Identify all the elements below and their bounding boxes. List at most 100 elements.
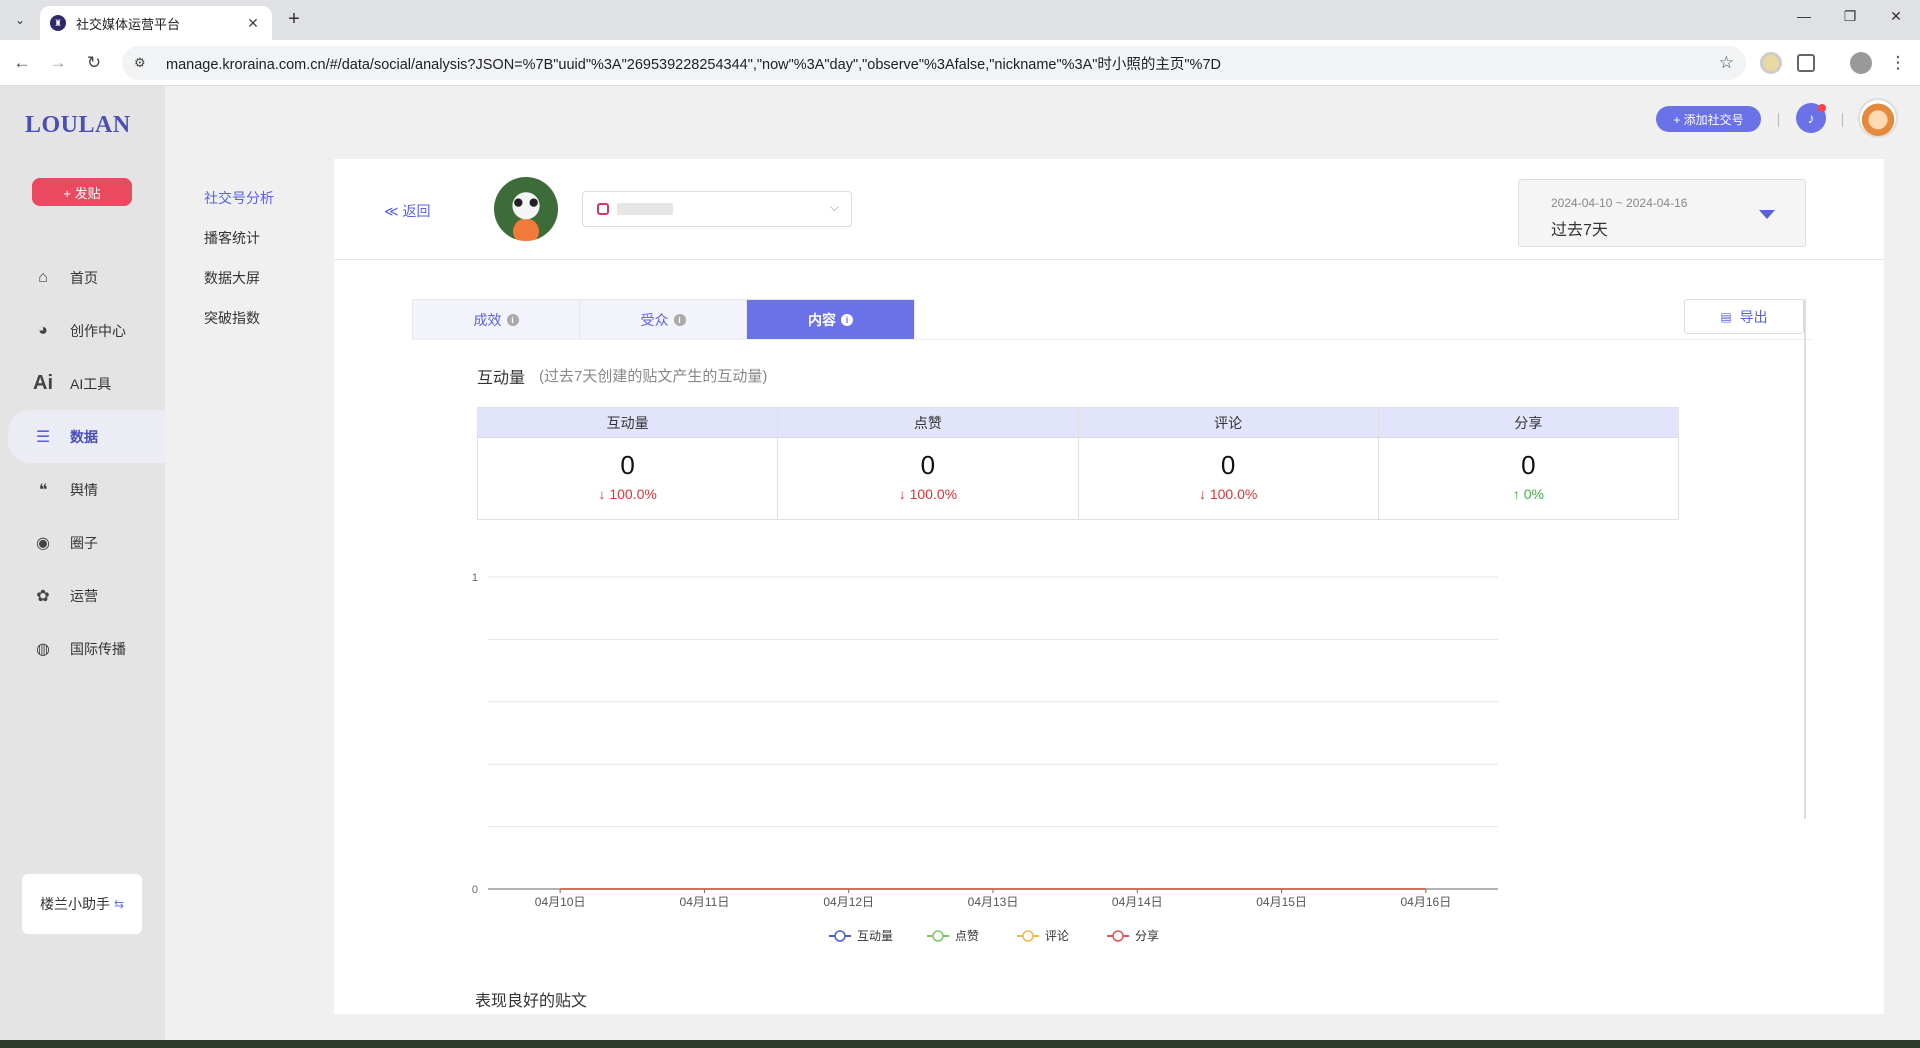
new-tab-button[interactable]: +	[282, 8, 306, 32]
stat-change-value: 100.0%	[1209, 486, 1258, 502]
back-nav-button[interactable]: ←	[10, 51, 34, 75]
add-account-button[interactable]: + 添加社交号	[1656, 106, 1761, 132]
tab-audience[interactable]: 受众 i	[580, 300, 747, 340]
legend-label: 互动量	[857, 929, 893, 943]
taskbar	[0, 1040, 1920, 1048]
instagram-icon	[597, 203, 609, 215]
nav-item-home[interactable]: ⌂ 首页	[0, 251, 165, 304]
content-tabs: 成效 i 受众 i 内容 i	[412, 299, 915, 340]
nav-item-data[interactable]: ☰ 数据	[8, 410, 165, 463]
info-icon: i	[841, 314, 853, 326]
stat-value: 0	[920, 450, 936, 480]
tab-label: 成效	[473, 312, 502, 328]
stat-comments: 评论 0 ↓ 100.0%	[1078, 408, 1379, 519]
nav-label: 数据	[70, 428, 98, 445]
nav-item-circle[interactable]: ◉ 圈子	[0, 516, 165, 569]
scrollbar[interactable]	[1804, 299, 1806, 819]
info-icon: i	[673, 314, 686, 326]
post-button[interactable]: + 发贴	[32, 178, 132, 206]
bookmark-star-icon[interactable]: ☆	[1719, 53, 1734, 73]
legend-label: 点赞	[955, 929, 979, 943]
url-text[interactable]: manage.kroraina.com.cn/#/data/social/ana…	[166, 53, 1221, 74]
profile-icon[interactable]	[1850, 52, 1872, 74]
engagement-line-chart: 0 1 04月10日 04月11日 04月12日 04月13日 04月14日 04月15日 04…	[472, 572, 1498, 943]
caret-down-icon	[1759, 210, 1775, 219]
database-icon: ☰	[35, 428, 51, 446]
tab-search-button[interactable]: ⌄	[8, 8, 32, 32]
back-link[interactable]: ≪ 返回	[384, 201, 431, 221]
stat-change-value: 100.0%	[609, 486, 657, 502]
date-range-picker[interactable]: 2024-04-10 ~ 2024-04-16 过去7天	[1518, 179, 1806, 247]
compass-icon: ◉	[36, 534, 50, 552]
divider	[334, 259, 1884, 260]
user-avatar[interactable]	[1858, 98, 1898, 138]
account-name-blurred	[617, 203, 673, 215]
tab-label: 内容	[808, 312, 836, 328]
omnibox[interactable]: ⚙ manage.kroraina.com.cn/#/data/social/a…	[122, 46, 1746, 80]
nav-label: 圈子	[70, 534, 98, 551]
stat-shares: 分享 0 ↑ 0%	[1378, 408, 1678, 519]
legend-label: 评论	[1045, 929, 1069, 943]
date-preset-label: 过去7天	[1551, 222, 1608, 239]
stat-label: 点赞	[778, 408, 1078, 438]
x-tick-label: 04月11日	[680, 895, 730, 909]
arrow-up-icon: ↑	[1512, 486, 1520, 502]
stat-value: 0	[620, 450, 635, 480]
x-tick-label: 04月10日	[535, 895, 586, 909]
nav-item-operations[interactable]: ✿ 运营	[0, 569, 165, 622]
quote-icon: ❝	[38, 481, 48, 499]
submenu-item-dashboard[interactable]: 数据大屏	[204, 268, 260, 288]
legend-marker	[932, 930, 944, 942]
home-icon: ⌂	[38, 268, 48, 286]
section-title: 互动量	[477, 370, 526, 387]
stat-label: 分享	[1378, 408, 1678, 438]
puzzle-icon[interactable]	[1797, 54, 1815, 72]
nav-label: AI工具	[70, 375, 112, 392]
minimize-button[interactable]: —	[1784, 8, 1824, 32]
divider	[1778, 113, 1779, 127]
date-range-text: 2024-04-10 ~ 2024-04-16	[1551, 196, 1688, 210]
stat-label: 互动量	[478, 408, 778, 438]
browser-tab[interactable]: ♜ 社交媒体运营平台 ✕	[40, 6, 272, 40]
nav-label: 国际传播	[70, 640, 126, 657]
browser-tab-bar: ⌄ ♜ 社交媒体运营平台 ✕ + — ❐ ✕	[0, 0, 1920, 40]
restore-button[interactable]: ❐	[1830, 8, 1870, 32]
export-button[interactable]: ▤ 导出	[1684, 299, 1804, 334]
reload-button[interactable]: ↻	[82, 51, 106, 75]
close-tab-icon[interactable]: ✕	[244, 15, 262, 32]
nav-item-create[interactable]: ◕ 创作中心	[0, 304, 165, 357]
account-select[interactable]: ⌵	[582, 191, 852, 227]
tab-performance[interactable]: 成效 i	[413, 300, 580, 340]
extension-icon[interactable]	[1760, 52, 1782, 74]
assistant-button[interactable]: 楼兰小助手 ⇆	[22, 874, 142, 934]
stat-change-value: 0%	[1523, 486, 1544, 502]
nav-item-ai[interactable]: Ai AI工具	[0, 357, 165, 410]
nav-item-international[interactable]: ◍ 国际传播	[0, 622, 165, 675]
tab-label: 受众	[640, 312, 669, 328]
close-window-button[interactable]: ✕	[1876, 8, 1916, 32]
submenu-item-podcast[interactable]: 播客统计	[204, 228, 260, 248]
info-icon: i	[506, 314, 519, 326]
arrow-down-icon: ↓	[1198, 486, 1206, 502]
submenu-item-breakthrough[interactable]: 突破指数	[204, 308, 260, 328]
settings-icon: ✿	[36, 587, 50, 605]
nav-label: 创作中心	[70, 322, 126, 339]
divider	[412, 339, 1812, 340]
forward-nav-button[interactable]: →	[46, 51, 70, 75]
legend-marker	[1022, 930, 1034, 942]
tab-content[interactable]: 内容 i	[747, 300, 914, 340]
stat-change: ↑ 0%	[1379, 486, 1678, 502]
palette-icon: ◕	[38, 321, 48, 339]
stat-label: 评论	[1078, 408, 1378, 438]
stat-engagement: 互动量 0 ↓ 100.0%	[478, 408, 779, 519]
site-info-icon[interactable]: ⚙	[134, 55, 154, 71]
legend-marker	[834, 930, 846, 942]
nav-item-sentiment[interactable]: ❝ 舆情	[0, 463, 165, 516]
x-tick-label: 04月15日	[1256, 895, 1307, 909]
account-avatar	[494, 177, 558, 241]
sidebar: LOULAN + 发贴 ⌂ 首页 ◕ 创作中心 Ai AI工具 ☰ 数据 ❝ 舆…	[0, 86, 165, 1040]
more-menu-icon[interactable]: ⋮	[1886, 51, 1910, 75]
submenu-item-account-analysis[interactable]: 社交号分析	[204, 188, 274, 208]
notification-dot	[1818, 104, 1826, 112]
address-bar: ← → ↻ ⚙ manage.kroraina.com.cn/#/data/so…	[0, 40, 1920, 86]
